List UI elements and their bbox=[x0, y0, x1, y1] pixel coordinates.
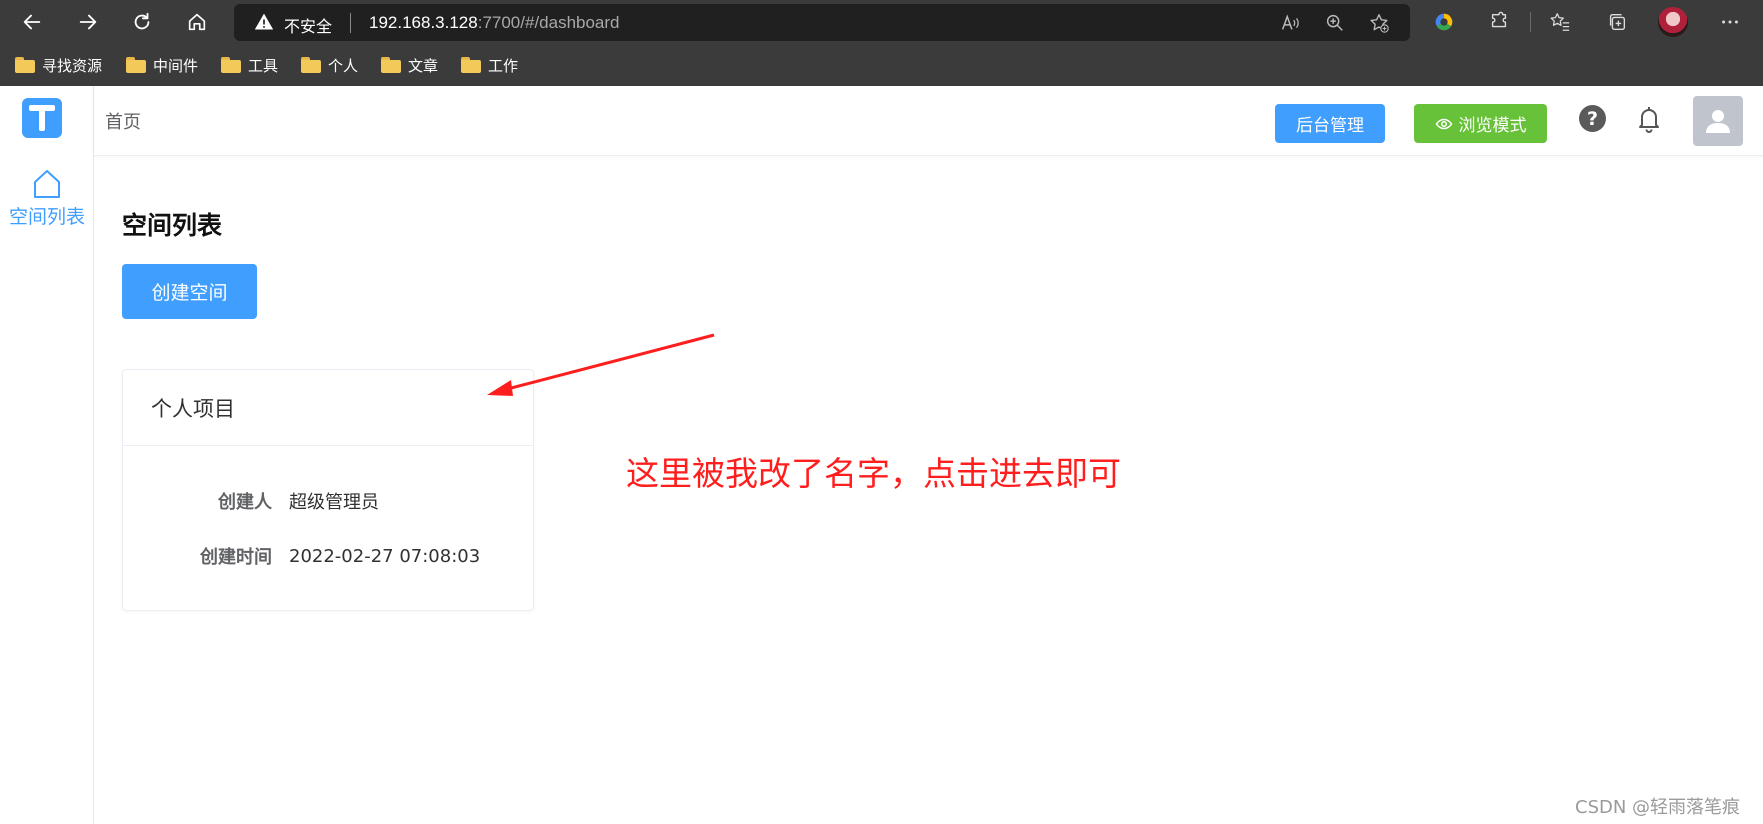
read-aloud-icon[interactable] bbox=[1279, 12, 1301, 34]
watermark: CSDN @轻雨落笔痕 bbox=[1575, 797, 1741, 818]
color-wheel-icon bbox=[1435, 13, 1453, 31]
bookmark-folder[interactable]: 工具 bbox=[221, 53, 278, 77]
collections-button[interactable] bbox=[1601, 6, 1633, 38]
bookmark-folder[interactable]: 个人 bbox=[301, 53, 358, 77]
sidebar-item-label: 空间列表 bbox=[8, 206, 85, 228]
sidebar-item-space-list[interactable]: 空间列表 bbox=[0, 168, 94, 229]
create-space-button[interactable]: 创建空间 bbox=[122, 264, 257, 319]
space-card-title[interactable]: 个人项目 bbox=[123, 370, 533, 446]
card-row-created-time: 创建时间 2022-02-27 07:08:03 bbox=[123, 543, 480, 569]
bookmark-folder[interactable]: 工作 bbox=[461, 53, 518, 77]
bookmark-label: 中间件 bbox=[153, 56, 199, 75]
bookmark-folder[interactable]: 文章 bbox=[381, 53, 438, 77]
folder-icon bbox=[381, 57, 401, 73]
url-text[interactable]: 192.168.3.128:7700/#/dashboard bbox=[369, 13, 620, 33]
bookmark-label: 寻找资源 bbox=[42, 56, 103, 75]
browse-mode-button[interactable]: 浏览模式 bbox=[1414, 104, 1547, 143]
browser-home-icon bbox=[188, 13, 206, 31]
created-time-value: 2022-02-27 07:08:03 bbox=[289, 545, 481, 567]
arrow-left-icon bbox=[23, 14, 41, 30]
profile-avatar[interactable] bbox=[1658, 7, 1688, 37]
forward-button[interactable] bbox=[70, 4, 106, 40]
bookmark-folder[interactable]: 中间件 bbox=[126, 53, 198, 77]
puzzle-icon bbox=[1491, 11, 1507, 28]
chrome-extension-button[interactable] bbox=[1428, 6, 1460, 38]
app-root: 空间列表 首页 后台管理 浏览模式 ? 空间列表 创建空间 个人项目 创建人 超… bbox=[0, 86, 1763, 824]
bookmark-folder[interactable]: 寻找资源 bbox=[15, 53, 102, 77]
favorites-list-icon bbox=[1550, 13, 1570, 31]
app-header: 首页 后台管理 浏览模式 ? bbox=[94, 86, 1763, 156]
folder-icon bbox=[301, 57, 321, 73]
arrow-right-icon bbox=[79, 14, 97, 30]
space-card[interactable]: 个人项目 创建人 超级管理员 创建时间 2022-02-27 07:08:03 bbox=[122, 369, 534, 611]
favorites-button[interactable] bbox=[1544, 6, 1576, 38]
zoom-icon[interactable] bbox=[1324, 12, 1346, 34]
bell-icon[interactable] bbox=[1634, 104, 1664, 134]
reload-icon bbox=[134, 12, 150, 30]
address-divider bbox=[350, 13, 351, 33]
bookmark-label: 工具 bbox=[248, 56, 279, 75]
bookmarks-bar: 寻找资源 中间件 工具 个人 文章 工作 bbox=[0, 44, 1763, 86]
user-icon bbox=[1706, 110, 1730, 133]
insecure-label[interactable]: 不安全 bbox=[284, 13, 332, 37]
created-time-label: 创建时间 bbox=[200, 547, 272, 568]
card-row-creator: 创建人 超级管理员 bbox=[123, 488, 379, 514]
collections-icon bbox=[1609, 13, 1626, 31]
back-button[interactable] bbox=[14, 4, 50, 40]
sidebar: 空间列表 bbox=[0, 86, 94, 824]
url-host: 192.168.3.128 bbox=[369, 13, 478, 32]
home-icon bbox=[34, 170, 60, 198]
logo-t-icon bbox=[29, 105, 55, 131]
user-avatar[interactable] bbox=[1693, 96, 1743, 146]
creator-value: 超级管理员 bbox=[289, 492, 379, 513]
app-logo[interactable] bbox=[22, 98, 62, 138]
folder-icon bbox=[461, 57, 481, 73]
admin-button[interactable]: 后台管理 bbox=[1275, 104, 1385, 143]
address-bar[interactable]: 不安全 192.168.3.128:7700/#/dashboard bbox=[234, 4, 1410, 41]
folder-icon bbox=[221, 57, 241, 73]
creator-label: 创建人 bbox=[218, 492, 272, 513]
url-path: :7700/#/dashboard bbox=[477, 13, 620, 32]
reload-button[interactable] bbox=[124, 4, 160, 40]
browse-mode-label: 浏览模式 bbox=[1458, 116, 1527, 136]
annotation-arrow bbox=[487, 333, 715, 396]
breadcrumb[interactable]: 首页 bbox=[105, 108, 141, 134]
extensions-button[interactable] bbox=[1483, 6, 1515, 38]
bookmark-label: 文章 bbox=[408, 56, 439, 75]
warning-icon bbox=[254, 13, 274, 30]
folder-icon bbox=[126, 57, 146, 73]
help-icon[interactable]: ? bbox=[1579, 105, 1606, 132]
toolbar-divider bbox=[1530, 12, 1531, 32]
folder-icon bbox=[15, 57, 35, 73]
bookmark-label: 个人 bbox=[328, 56, 359, 75]
page-title: 空间列表 bbox=[122, 211, 223, 240]
more-menu-button[interactable] bbox=[1714, 6, 1746, 38]
eye-icon bbox=[1435, 118, 1452, 129]
more-horizontal-icon bbox=[1722, 20, 1738, 24]
annotation-text: 这里被我改了名字，点击进去即可 bbox=[626, 454, 1121, 493]
bookmark-label: 工作 bbox=[488, 56, 519, 75]
add-favorite-icon[interactable] bbox=[1368, 12, 1390, 34]
browser-toolbar: 不安全 192.168.3.128:7700/#/dashboard bbox=[0, 0, 1763, 44]
home-button[interactable] bbox=[179, 4, 215, 40]
